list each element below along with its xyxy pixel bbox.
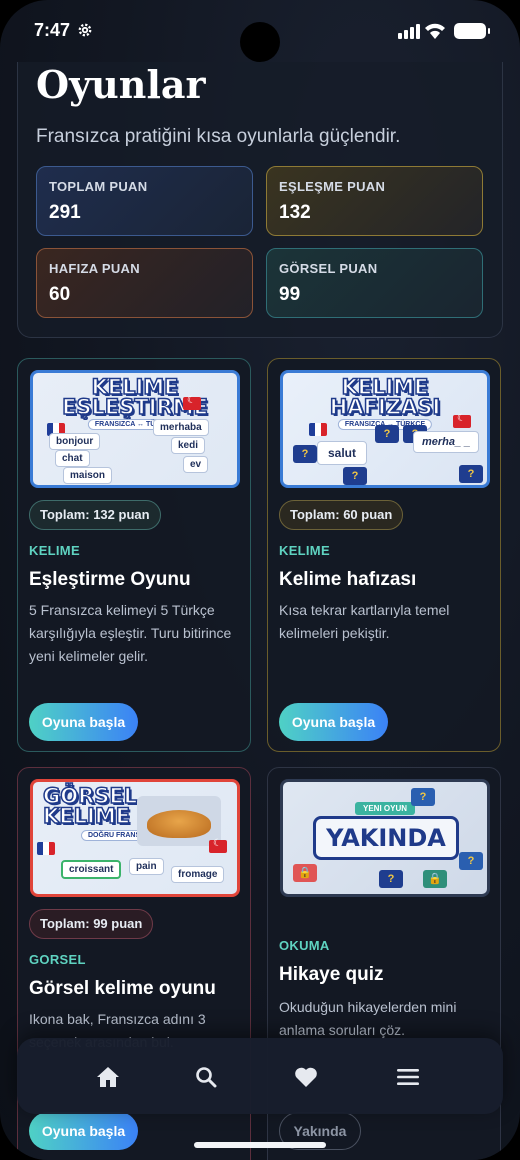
stat-visual-points: GÖRSEL PUAN 99 bbox=[266, 248, 483, 318]
page-title: Oyunlar bbox=[36, 62, 206, 107]
nav-favorites[interactable] bbox=[291, 1062, 321, 1092]
play-button[interactable]: Oyuna başla bbox=[29, 703, 138, 741]
stat-label: HAFIZA PUAN bbox=[49, 261, 140, 276]
page-subtitle: Fransızca pratiğini kısa oyunlarla güçle… bbox=[36, 126, 401, 147]
memory-tile: ? bbox=[343, 467, 367, 485]
thumb-title-line1: KELIME bbox=[91, 375, 180, 399]
word-chip: maison bbox=[63, 467, 113, 484]
coming-soon-title: YAKINDA bbox=[313, 816, 459, 860]
home-icon bbox=[97, 1067, 119, 1087]
word-chip: ev bbox=[183, 456, 209, 473]
points-badge: Toplam: 132 puan bbox=[29, 500, 161, 530]
game-thumbnail: KELIME HAFIZASI FRANSIZCA → TÜRKÇE ? ? ?… bbox=[280, 370, 490, 488]
game-card-matching[interactable]: KELIME EŞLEŞTIRME FRANSIZCA ↔ TÜRKÇE bon… bbox=[17, 358, 251, 752]
turkey-flag-icon bbox=[183, 395, 201, 410]
word-chip: salut bbox=[317, 441, 368, 465]
turkey-flag-icon bbox=[453, 413, 471, 428]
word-chip: bonjour bbox=[49, 433, 101, 450]
memory-tile: ? bbox=[459, 465, 483, 483]
stat-label: EŞLEŞME PUAN bbox=[279, 179, 386, 194]
question-tile: ? bbox=[379, 870, 403, 888]
status-bar: 7:47 bbox=[0, 0, 520, 62]
question-tile: ? bbox=[411, 788, 435, 806]
word-chip: fromage bbox=[171, 866, 225, 883]
card-title: Görsel kelime oyunu bbox=[29, 978, 216, 999]
settings-gear-icon bbox=[78, 23, 92, 37]
points-badge: Toplam: 60 puan bbox=[279, 500, 404, 530]
camera-cutout bbox=[240, 22, 280, 62]
heart-icon bbox=[295, 1067, 317, 1087]
stat-label: GÖRSEL PUAN bbox=[279, 261, 378, 276]
france-flag-icon bbox=[37, 842, 55, 855]
bottom-navigation bbox=[17, 1038, 503, 1114]
new-game-badge: YENI OYUN bbox=[355, 802, 416, 815]
word-chip: kedi bbox=[171, 437, 206, 454]
phone-screen: 7:47 Oyunlar Fransızca pratiğini kısa oy… bbox=[0, 0, 520, 1160]
card-category: GORSEL bbox=[29, 952, 86, 967]
memory-tile: ? bbox=[293, 445, 317, 463]
lock-tile: 🔒 bbox=[293, 864, 317, 882]
word-chip: pain bbox=[129, 858, 164, 875]
stat-value: 132 bbox=[279, 202, 311, 223]
card-category: KELIME bbox=[279, 543, 330, 558]
word-chip: merha_ _ bbox=[413, 431, 480, 453]
turkey-flag-icon bbox=[209, 838, 227, 853]
thumb-title-line2: EŞLEŞTIRME bbox=[61, 395, 208, 419]
lock-tile: 🔒 bbox=[423, 870, 447, 888]
croissant-image-icon bbox=[137, 796, 221, 846]
play-button[interactable]: Oyuna başla bbox=[279, 703, 388, 741]
game-thumbnail: GÖRSEL KELIME DOĞRU FRANSIZCAYI SEÇ croi… bbox=[30, 779, 240, 897]
nav-menu[interactable] bbox=[393, 1062, 423, 1092]
stat-label: TOPLAM PUAN bbox=[49, 179, 148, 194]
card-description: Okuduğun hikayelerden mini anlama sorula… bbox=[279, 999, 457, 1038]
game-card-memory[interactable]: KELIME HAFIZASI FRANSIZCA → TÜRKÇE ? ? ?… bbox=[267, 358, 501, 752]
card-category: KELIME bbox=[29, 543, 80, 558]
stat-matching-points: EŞLEŞME PUAN 132 bbox=[266, 166, 483, 236]
nav-search[interactable] bbox=[191, 1062, 221, 1092]
card-description: 5 Fransızca kelimeyi 5 Türkçe karşılığıy… bbox=[29, 602, 232, 664]
france-flag-icon bbox=[309, 423, 327, 436]
stat-value: 99 bbox=[279, 284, 301, 305]
word-chip: croissant bbox=[61, 860, 122, 879]
wifi-icon bbox=[425, 23, 445, 39]
home-indicator[interactable] bbox=[194, 1142, 326, 1148]
memory-tile: ? bbox=[375, 425, 399, 443]
stat-value: 291 bbox=[49, 202, 81, 223]
signal-icon bbox=[398, 24, 420, 39]
search-icon bbox=[196, 1067, 217, 1088]
stat-value: 60 bbox=[49, 284, 71, 305]
card-title: Hikaye quiz bbox=[279, 964, 384, 985]
card-category: OKUMA bbox=[279, 938, 330, 953]
game-thumbnail: KELIME EŞLEŞTIRME FRANSIZCA ↔ TÜRKÇE bon… bbox=[30, 370, 240, 488]
word-chip: chat bbox=[55, 450, 90, 467]
card-title: Eşleştirme Oyunu bbox=[29, 569, 191, 590]
points-badge: Toplam: 99 puan bbox=[29, 909, 154, 939]
card-title: Kelime hafızası bbox=[279, 569, 417, 590]
game-thumbnail: YENI OYUN YAKINDA ? 🔒 ? 🔒 ? bbox=[280, 779, 490, 897]
thumb-title-line1: KELIME bbox=[341, 375, 430, 399]
word-chip: merhaba bbox=[153, 419, 209, 436]
battery-icon bbox=[454, 23, 490, 39]
menu-icon bbox=[397, 1069, 419, 1085]
play-button[interactable]: Oyuna başla bbox=[29, 1112, 138, 1150]
nav-home[interactable] bbox=[93, 1062, 123, 1092]
status-time: 7:47 bbox=[34, 20, 71, 40]
card-description: Kısa tekrar kartlarıyla temel kelimeleri… bbox=[279, 602, 450, 641]
question-tile: ? bbox=[459, 852, 483, 870]
stat-total-points: TOPLAM PUAN 291 bbox=[36, 166, 253, 236]
stat-memory-points: HAFIZA PUAN 60 bbox=[36, 248, 253, 318]
